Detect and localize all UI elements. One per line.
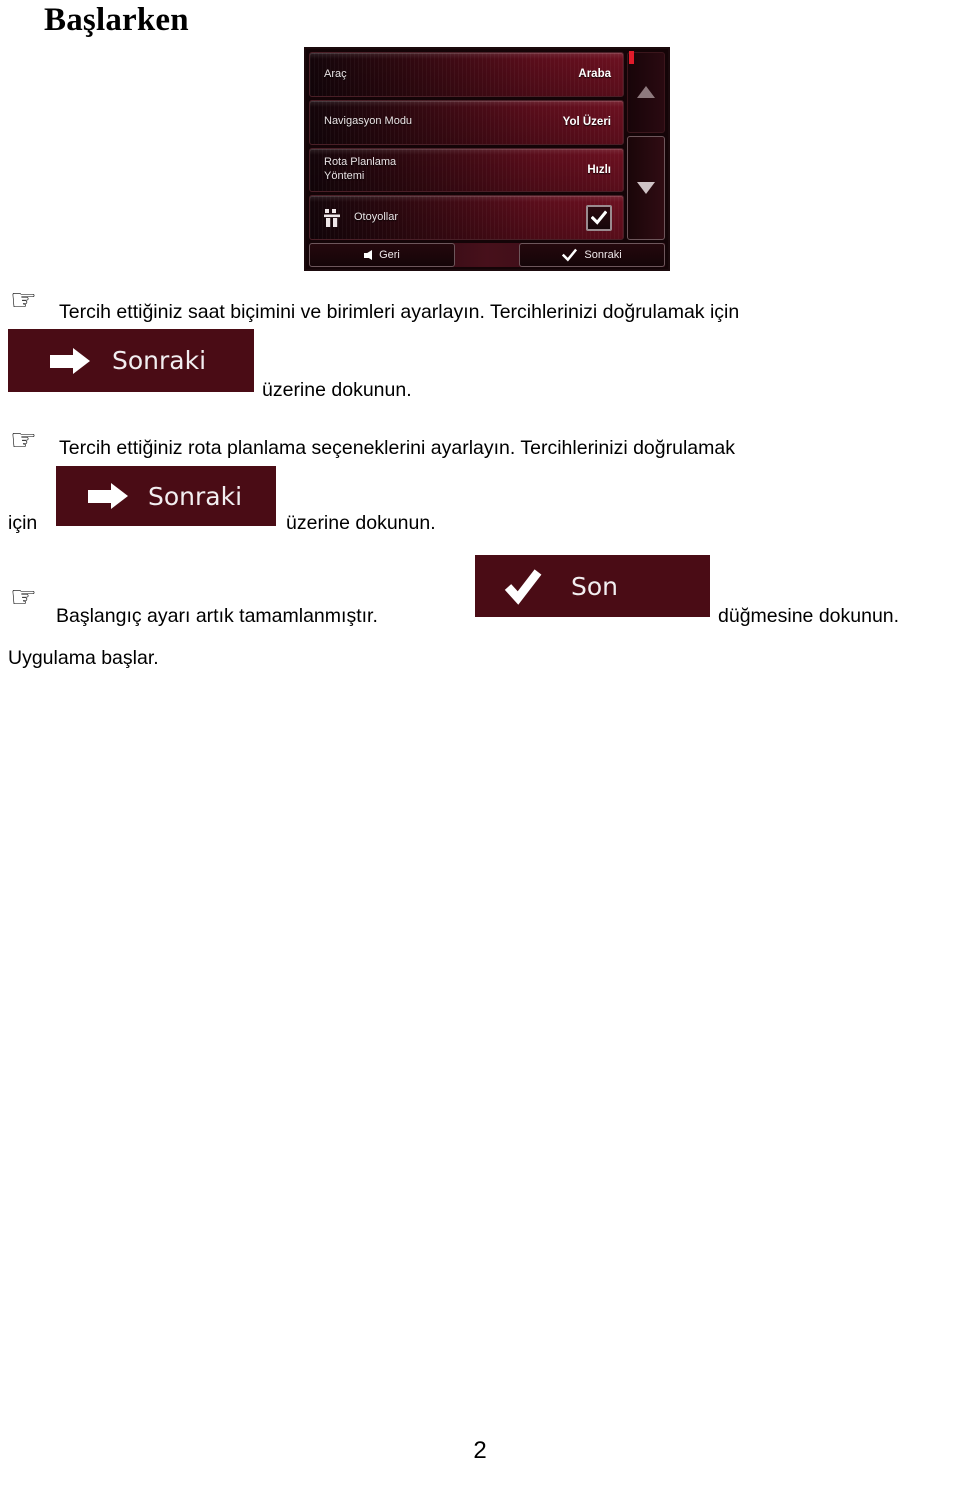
scroll-position-marker — [629, 51, 634, 64]
motorway-icon — [324, 208, 346, 228]
next-button-label: Sonraki — [584, 249, 622, 261]
instruction-3-button-label: Son — [571, 571, 619, 601]
instruction-2-text-lead: için — [8, 512, 38, 534]
scroll-down-button[interactable] — [627, 135, 665, 240]
arrow-right-icon — [88, 483, 128, 509]
back-button[interactable]: Geri — [309, 243, 455, 267]
triangle-up-icon — [637, 86, 655, 99]
next-button[interactable]: Sonraki — [519, 243, 665, 267]
pointing-hand-icon: ☞ — [10, 580, 37, 615]
settings-list: Araç Araba Navigasyon Modu Yol Üzeri Rot… — [309, 52, 624, 240]
scrollbar[interactable] — [627, 51, 665, 240]
settings-row-label-line1: Rota Planlama — [324, 156, 397, 169]
instruction-2-text-after: üzerine dokunun. — [286, 512, 436, 534]
page-number: 2 — [473, 1437, 487, 1464]
settings-row-route-planning-method[interactable]: Rota Planlama Yöntemi Hızlı — [309, 147, 624, 193]
back-button-label: Geri — [379, 249, 400, 261]
settings-row-motorways[interactable]: Otoyollar — [309, 195, 624, 240]
settings-row-value: Araba — [578, 68, 611, 81]
scroll-up-button[interactable] — [627, 51, 665, 133]
instruction-3-text-tail: Uygulama başlar. — [8, 647, 159, 669]
instruction-3-button-son[interactable]: Son — [475, 555, 710, 617]
settings-row-label-line2: Yöntemi — [324, 169, 365, 182]
instruction-1-button-sonraki[interactable]: Sonraki — [8, 329, 254, 392]
instruction-1-button-label: Sonraki — [112, 346, 207, 375]
device-screenshot: Araç Araba Navigasyon Modu Yol Üzeri Rot… — [304, 47, 670, 271]
instruction-2-button-label: Sonraki — [148, 481, 243, 511]
settings-row-vehicle[interactable]: Araç Araba — [309, 52, 624, 97]
footer-spacer — [455, 243, 519, 267]
check-icon — [562, 248, 578, 262]
arrow-left-icon — [364, 250, 373, 260]
settings-row-label: Navigasyon Modu — [324, 115, 413, 128]
settings-row-value: Yol Üzeri — [562, 116, 611, 129]
settings-row-navigation-mode[interactable]: Navigasyon Modu Yol Üzeri — [309, 99, 624, 145]
instruction-3-text-after: düğmesine dokunun. — [718, 605, 900, 627]
instruction-1-text-after: üzerine dokunun. — [262, 379, 412, 401]
instruction-3-text: Başlangıç ayarı artık tamamlanmıştır. — [56, 605, 378, 627]
instruction-2-text: Tercih ettiğiniz rota planlama seçenekle… — [59, 437, 735, 459]
device-screen-body: Araç Araba Navigasyon Modu Yol Üzeri Rot… — [309, 51, 665, 240]
arrow-right-icon — [50, 347, 90, 374]
instruction-1-text: Tercih ettiğiniz saat biçimini ve biriml… — [59, 301, 740, 323]
check-icon — [504, 569, 542, 605]
device-footer: Geri Sonraki — [309, 243, 665, 267]
settings-row-value: Hızlı — [587, 163, 611, 176]
settings-row-label: Araç — [324, 67, 347, 80]
motorways-checkbox[interactable] — [586, 204, 612, 231]
pointing-hand-icon: ☞ — [10, 283, 37, 318]
settings-row-label: Rota Planlama Yöntemi — [324, 156, 396, 183]
settings-row-label: Otoyollar — [354, 210, 399, 223]
check-icon — [591, 210, 607, 225]
instruction-2-button-sonraki[interactable]: Sonraki — [56, 466, 276, 526]
triangle-down-icon — [637, 181, 655, 194]
page-title: Başlarken — [44, 2, 189, 38]
pointing-hand-icon: ☞ — [10, 423, 37, 458]
